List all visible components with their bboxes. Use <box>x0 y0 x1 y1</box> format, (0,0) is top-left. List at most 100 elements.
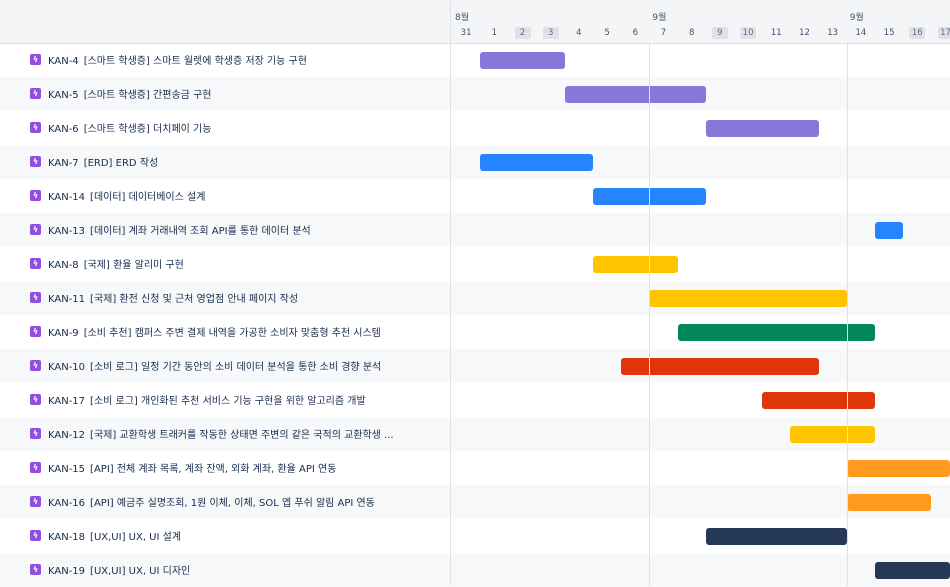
issue-key[interactable]: KAN-12 <box>48 430 85 441</box>
issue-label[interactable]: KAN-12 [국제] 교환학생 트래커를 작동한 상태면 주변의 같은 국적의 … <box>48 426 443 441</box>
issue-label[interactable]: KAN-14[데이터] 데이터베이스 설계 <box>48 188 443 203</box>
day-label: 8 <box>684 27 700 39</box>
week-separator <box>847 43 848 586</box>
panel-divider[interactable] <box>450 0 451 586</box>
issue-row[interactable]: ϟ KAN-18 [UX,UI] UX, UI 설계 <box>0 519 950 553</box>
issue-row[interactable]: ϟKAN-5[스마트 학생증] 간편송금 구현 <box>0 77 950 111</box>
issue-key[interactable]: KAN-16 <box>48 498 85 509</box>
issue-row[interactable]: ϟKAN-10[소비 로그] 일정 기간 동안의 소비 데이터 분석을 통한 소… <box>0 349 950 383</box>
timeline-bar[interactable] <box>706 528 847 545</box>
issue-label[interactable]: KAN-4[스마트 학생증] 스마트 월렛에 학생증 저장 기능 구현 <box>48 52 443 67</box>
epic-lightning-icon: ϟ <box>30 292 41 303</box>
issue-row[interactable]: ϟKAN-7[ERD] ERD 작성 <box>0 145 950 179</box>
issue-key[interactable]: KAN-14 <box>48 192 85 203</box>
issue-title: [스마트 학생증] 더치페이 기능 <box>84 124 212 135</box>
issue-key[interactable]: KAN-7 <box>48 158 79 169</box>
day-label: 31 <box>458 27 474 39</box>
issue-key[interactable]: KAN-19 <box>48 566 85 577</box>
issue-title: [API] 전체 계좌 목록, 계좌 잔액, 외화 계좌, 환율 API 연동 <box>90 464 336 475</box>
issue-key[interactable]: KAN-6 <box>48 124 79 135</box>
timeline-bar[interactable] <box>706 120 819 137</box>
issue-row[interactable]: ϟ KAN-16 [API] 예금주 실명조회, 1원 이체, 이체, SOL 엡 … <box>0 485 950 519</box>
timeline-bar[interactable] <box>480 52 565 69</box>
timeline-bar[interactable] <box>621 358 818 375</box>
issue-title: [API] 예금주 실명조회, 1원 이체, 이체, SOL 엡 푸쉬 알림 A… <box>90 498 375 509</box>
day-label: 4 <box>571 27 587 39</box>
timeline-bar[interactable] <box>790 426 875 443</box>
epic-lightning-icon: ϟ <box>30 530 41 541</box>
timeline-bar[interactable] <box>593 256 678 273</box>
issue-label[interactable]: KAN-6 [스마트 학생증] 더치페이 기능 <box>48 120 443 135</box>
issue-label[interactable]: KAN-5[스마트 학생증] 간편송금 구현 <box>48 86 443 101</box>
issue-label[interactable]: KAN-9[소비 추천] 캠퍼스 주변 결제 내역을 가공한 소비자 맞춤형 추… <box>48 324 443 339</box>
issue-row[interactable]: ϟ KAN-4[스마트 학생증] 스마트 월렛에 학생증 저장 기능 구현 <box>0 43 950 77</box>
epic-lightning-icon: ϟ <box>30 326 41 337</box>
timeline-bar[interactable] <box>565 86 706 103</box>
issue-row[interactable]: ϟKAN-19[UX,UI] UX, UI 디자인 <box>0 553 950 587</box>
issue-key[interactable]: KAN-9 <box>48 328 79 339</box>
issue-key[interactable]: KAN-17 <box>48 396 85 407</box>
day-label: 5 <box>599 27 615 39</box>
day-label: 6 <box>627 27 643 39</box>
issue-row[interactable]: ϟ KAN-15 [API] 전체 계좌 목록, 계좌 잔액, 외화 계좌, 환율 … <box>0 451 950 485</box>
issue-row[interactable]: ϟ KAN-11[국제] 환전 신청 및 근처 영업점 안내 페이지 작성 <box>0 281 950 315</box>
timeline-bar[interactable] <box>480 154 593 171</box>
day-label: 3 <box>543 27 559 39</box>
timeline-bar[interactable] <box>649 290 846 307</box>
issue-key[interactable]: KAN-8 <box>48 260 79 271</box>
issue-row[interactable]: ϟ KAN-17[소비 로그] 개인화된 추천 서비스 기능 구현을 위한 알고리… <box>0 383 950 417</box>
timeline-bar[interactable] <box>847 494 932 511</box>
timeline-bar[interactable] <box>678 324 875 341</box>
issue-row[interactable]: ϟKAN-14[데이터] 데이터베이스 설계 <box>0 179 950 213</box>
issue-key[interactable]: KAN-18 <box>48 532 85 543</box>
issue-label[interactable]: KAN-10 [소비 로그] 일정 기간 동안의 소비 데이터 분석을 통한 소비… <box>48 358 443 373</box>
epic-lightning-icon: ϟ <box>30 394 41 405</box>
day-label: 7 <box>656 27 672 39</box>
issue-label[interactable]: KAN-7[ERD] ERD 작성 <box>48 154 443 169</box>
timeline-bar[interactable] <box>762 392 875 409</box>
issue-key[interactable]: KAN-11 <box>48 294 85 305</box>
issue-row[interactable]: ϟ KAN-9[소비 추천] 캠퍼스 주변 결제 내역을 가공한 소비자 맞춤형 … <box>0 315 950 349</box>
issue-key[interactable]: KAN-4 <box>48 56 79 67</box>
issue-label[interactable]: KAN-18 [UX,UI] UX, UI 설계 <box>48 528 443 543</box>
day-label: 10 <box>740 27 756 39</box>
timeline-bar[interactable] <box>875 222 903 239</box>
epic-lightning-icon: ϟ <box>30 54 41 65</box>
issue-title: [소비 로그] 일정 기간 동안의 소비 데이터 분석을 통한 소비 경향 분석 <box>90 362 381 373</box>
epic-lightning-icon: ϟ <box>30 496 41 507</box>
day-label: 1 <box>486 27 502 39</box>
week-separator <box>649 43 650 586</box>
timeline-bar[interactable] <box>875 562 950 579</box>
timeline-bar[interactable] <box>847 460 950 477</box>
issue-title: [데이터] 계좌 거래내역 조회 API를 통한 데이터 분석 <box>90 226 311 237</box>
epic-lightning-icon: ϟ <box>30 224 41 235</box>
epic-lightning-icon: ϟ <box>30 258 41 269</box>
month-label: 9월 <box>850 10 864 23</box>
issue-label[interactable]: KAN-13 [데이터] 계좌 거래내역 조회 API를 통한 데이터 분석 <box>48 222 443 237</box>
day-label: 14 <box>853 27 869 39</box>
day-label: 13 <box>825 27 841 39</box>
issue-row[interactable]: ϟKAN-12[국제] 교환학생 트래커를 작동한 상태면 주변의 같은 국적의… <box>0 417 950 451</box>
issue-label[interactable]: KAN-8[국제] 환율 알리미 구현 <box>48 256 443 271</box>
issue-key[interactable]: KAN-13 <box>48 226 85 237</box>
issue-label[interactable]: KAN-16 [API] 예금주 실명조회, 1원 이체, 이체, SOL 엡 푸… <box>48 494 443 509</box>
issue-label[interactable]: KAN-11[국제] 환전 신청 및 근처 영업점 안내 페이지 작성 <box>48 290 443 305</box>
issue-label[interactable]: KAN-19 [UX,UI] UX, UI 디자인 <box>48 562 443 577</box>
issue-key[interactable]: KAN-10 <box>48 362 85 373</box>
epic-lightning-icon: ϟ <box>30 462 41 473</box>
day-label: 9 <box>712 27 728 39</box>
issue-title: [국제] 교환학생 트래커를 작동한 상태면 주변의 같은 국적의 교환학생 .… <box>90 430 394 441</box>
issue-key[interactable]: KAN-5 <box>48 90 79 101</box>
day-label: 16 <box>909 27 925 39</box>
day-label: 12 <box>797 27 813 39</box>
issue-row[interactable]: ϟ KAN-13 [데이터] 계좌 거래내역 조회 API를 통한 데이터 분석 <box>0 213 950 247</box>
issue-title: [UX,UI] UX, UI 디자인 <box>90 566 190 577</box>
issue-row[interactable]: ϟKAN-6[스마트 학생증] 더치페이 기능 <box>0 111 950 145</box>
issue-title: [UX,UI] UX, UI 설계 <box>90 532 181 543</box>
issue-row[interactable]: ϟ KAN-8[국제] 환율 알리미 구현 <box>0 247 950 281</box>
issue-label[interactable]: KAN-17[소비 로그] 개인화된 추천 서비스 기능 구현을 위한 알고리즘… <box>48 392 443 407</box>
day-label: 2 <box>515 27 531 39</box>
month-label: 9월 <box>652 10 666 23</box>
issue-key[interactable]: KAN-15 <box>48 464 85 475</box>
issue-label[interactable]: KAN-15 [API] 전체 계좌 목록, 계좌 잔액, 외화 계좌, 환율 A… <box>48 460 443 475</box>
